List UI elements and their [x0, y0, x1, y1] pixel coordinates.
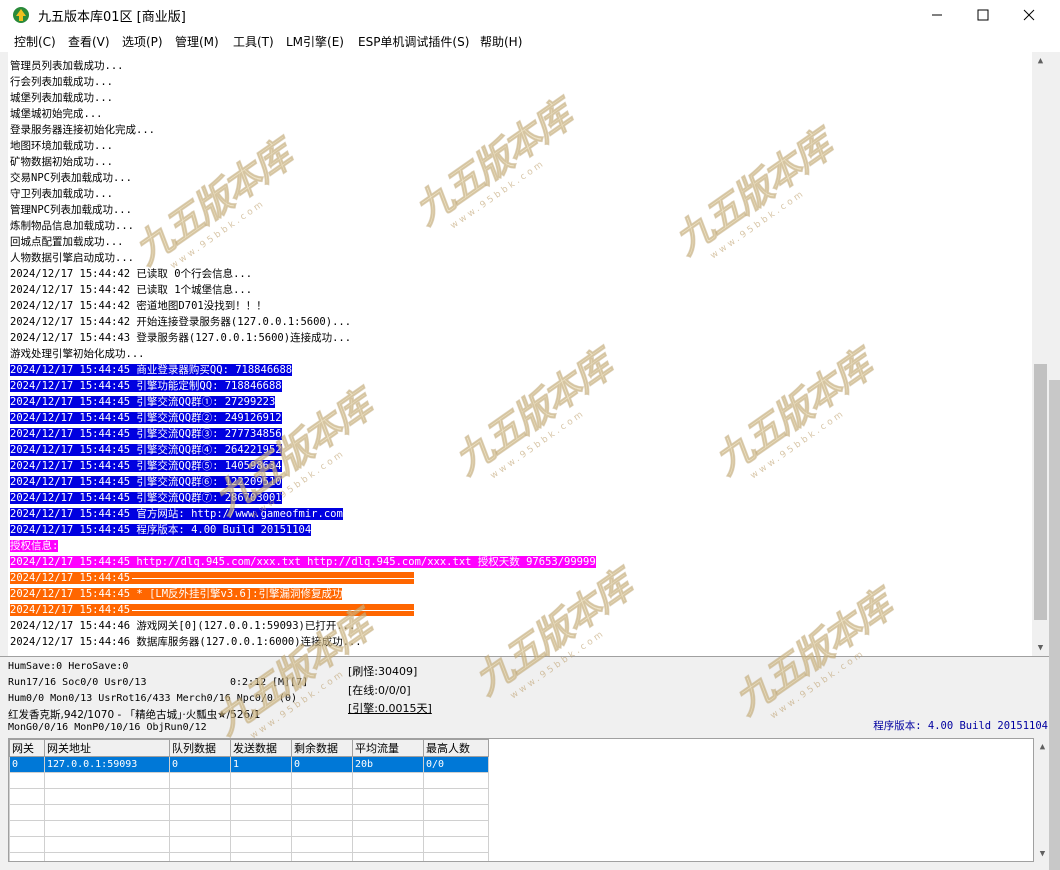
menu-esp-plugin[interactable]: ESP单机调试插件(S)	[358, 33, 469, 50]
menu-options[interactable]: 选项(P)	[122, 33, 163, 50]
app-window: 九五版本库01区 [商业版] 控制(C) 查看(V) 选项(P) 管理(M) 工…	[0, 0, 1060, 870]
log-line: 2024/12/17 15:44:42 密道地图D701没找到！！！	[10, 300, 267, 312]
table-cell: 0	[9, 756, 45, 773]
column-header[interactable]: 最高人数	[423, 739, 489, 757]
log-line: 2024/12/17 15:44:45	[10, 602, 415, 618]
column-header[interactable]: 发送数据	[230, 739, 292, 757]
log-line: 2024/12/17 15:44:45 引擎交流QQ群⑦: 286703001	[10, 492, 282, 504]
online-count: [在线:0/0/0]	[348, 684, 411, 697]
log-line: 2024/12/17 15:44:46 游戏网关[0](127.0.0.1:59…	[10, 620, 356, 632]
log-line: 2024/12/17 15:44:45 引擎交流QQ群④: 264221952	[10, 444, 282, 456]
log-line: 游戏处理引擎初始化成功...	[10, 348, 145, 360]
table-cell: 20b	[352, 756, 424, 773]
log-line: 矿物数据初始成功...	[10, 156, 113, 168]
close-button[interactable]	[1006, 0, 1052, 30]
menu-bar: 控制(C) 查看(V) 选项(P) 管理(M) 工具(T) LM引擎(E) ES…	[0, 30, 1060, 52]
log-line: 交易NPC列表加载成功...	[10, 172, 132, 184]
log-line: 2024/12/17 15:44:43 登录服务器(127.0.0.1:5600…	[10, 332, 352, 344]
maximize-icon	[977, 9, 989, 21]
table-cell: 127.0.0.1:59093	[44, 756, 170, 773]
log-line: 2024/12/17 15:44:45 程序版本: 4.00 Build 201…	[10, 524, 312, 536]
status-time: 0:2:12	[230, 677, 267, 688]
log-line: 2024/12/17 15:44:42 已读取 1个城堡信息...	[10, 284, 253, 296]
log-line: 管理NPC列表加载成功...	[10, 204, 132, 216]
minimize-button[interactable]	[914, 0, 960, 30]
menu-manage[interactable]: 管理(M)	[175, 33, 219, 50]
program-version: 程序版本: 4.00 Build 20151104	[873, 720, 1048, 732]
log-scrollbar[interactable]: ▲ ▼	[1032, 52, 1049, 656]
log-line: 2024/12/17 15:44:45 商业登录器购买QQ: 718846688	[10, 364, 293, 376]
log-line: 2024/12/17 15:44:45 引擎交流QQ群③: 277734856	[10, 428, 282, 440]
status-player: 红发香克斯,942/1070 - 「精绝古城」·火瓢虫★/526/1	[8, 709, 261, 721]
column-header[interactable]: 队列数据	[169, 739, 231, 757]
title-bar: 九五版本库01区 [商业版]	[0, 0, 1060, 30]
gateway-grid[interactable]: 网关 网关地址 队列数据 发送数据 剩余数据 平均流量 最高人数 0 127.0.0.1:59…	[8, 738, 1034, 862]
column-header[interactable]: 网关	[9, 739, 45, 757]
menu-help[interactable]: 帮助(H)	[480, 33, 522, 50]
engine-days[interactable]: [引擎:0.0015天]	[348, 700, 432, 716]
log-line: 2024/12/17 15:44:42 已读取 0个行会信息...	[10, 268, 253, 280]
log-line: 2024/12/17 15:44:45 引擎交流QQ群⑥: 122209510	[10, 476, 282, 488]
window-title: 九五版本库01区 [商业版]	[38, 10, 186, 25]
scroll-thumb[interactable]	[1034, 364, 1047, 620]
table-cell: 0	[291, 756, 353, 773]
log-line: 行会列表加载成功...	[10, 76, 113, 88]
log-line: 2024/12/17 15:44:42 开始连接登录服务器(127.0.0.1:…	[10, 316, 352, 328]
background-edge	[1049, 380, 1060, 870]
log-line: 守卫列表加载成功...	[10, 188, 113, 200]
status-save: HumSave:0 HeroSave:0	[8, 661, 129, 672]
log-line: 管理员列表加载成功...	[10, 60, 124, 72]
status-mon: MonG0/0/16 MonP0/10/16 ObjRun0/12	[8, 722, 207, 733]
log-line: 2024/12/17 15:44:45 官方网站: http://www.gam…	[10, 508, 343, 520]
empty-row	[9, 788, 489, 805]
log-line: 城堡城初始完成...	[10, 108, 103, 120]
empty-row	[9, 804, 489, 821]
log-line: 2024/12/17 15:44:45	[10, 570, 415, 586]
status-hum: Hum0/0 Mon0/13 UsrRot16/433 Merch0/16 Np…	[8, 693, 297, 704]
status-panel: HumSave:0 HeroSave:0 Run17/16 Soc0/0 Usr…	[0, 656, 1060, 737]
scroll-down-icon[interactable]: ▼	[1032, 639, 1049, 656]
app-icon	[13, 7, 29, 23]
close-icon	[1023, 9, 1035, 21]
empty-row	[9, 836, 489, 853]
refresh-count: [刷怪:30409]	[348, 665, 418, 678]
log-line: 城堡列表加载成功...	[10, 92, 113, 104]
minimize-icon	[932, 14, 942, 16]
column-header[interactable]: 剩余数据	[291, 739, 353, 757]
empty-row	[9, 772, 489, 789]
log-line: 2024/12/17 15:44:45 * [LM反外挂引擎v3.6]:引擎漏洞…	[10, 588, 343, 600]
table-cell: 0/0	[423, 756, 489, 773]
menu-control[interactable]: 控制(C)	[14, 33, 56, 50]
empty-row	[9, 820, 489, 837]
table-row[interactable]: 0 127.0.0.1:59093 0 1 0 20b 0/0	[9, 756, 489, 773]
table-cell: 1	[230, 756, 292, 773]
log-line: 地图环境加载成功...	[10, 140, 113, 152]
log-panel[interactable]: 管理员列表加载成功... 行会列表加载成功... 城堡列表加载成功... 城堡城初始完…	[8, 52, 1032, 656]
log-line: 登录服务器连接初始化完成...	[10, 124, 155, 136]
menu-lm-engine[interactable]: LM引擎(E)	[286, 33, 344, 50]
log-line: 2024/12/17 15:44:46 数据库服务器(127.0.0.1:600…	[10, 636, 362, 648]
log-line: 授权信息:	[10, 540, 59, 552]
log-line: 2024/12/17 15:44:45 引擎交流QQ群⑤: 140598634	[10, 460, 282, 472]
column-header[interactable]: 平均流量	[352, 739, 424, 757]
menu-view[interactable]: 查看(V)	[68, 33, 110, 50]
table-cell: 0	[169, 756, 231, 773]
menu-tools[interactable]: 工具(T)	[233, 33, 274, 50]
log-line: 2024/12/17 15:44:45 http://dlq.945.com/x…	[10, 556, 596, 568]
log-line: 炼制物品信息加载成功...	[10, 220, 134, 232]
column-header[interactable]: 网关地址	[44, 739, 170, 757]
log-line: 2024/12/17 15:44:45 引擎交流QQ群①: 27299223	[10, 396, 276, 408]
gateway-table: 网关 网关地址 队列数据 发送数据 剩余数据 平均流量 最高人数 0 127.0.0.1:59…	[9, 739, 489, 861]
status-run: Run17/16 Soc0/0 Usr0/13	[8, 677, 147, 688]
empty-row	[9, 852, 489, 861]
scroll-up-icon[interactable]: ▲	[1032, 52, 1049, 69]
log-line: 2024/12/17 15:44:45 引擎交流QQ群②: 249126912	[10, 412, 282, 424]
log-line: 回城点配置加载成功...	[10, 236, 124, 248]
log-line: 人物数据引擎启动成功...	[10, 252, 134, 264]
status-flags: [M][7]	[272, 677, 309, 688]
log-line: 2024/12/17 15:44:45 引擎功能定制QQ: 718846688	[10, 380, 282, 392]
maximize-button[interactable]	[960, 0, 1006, 30]
